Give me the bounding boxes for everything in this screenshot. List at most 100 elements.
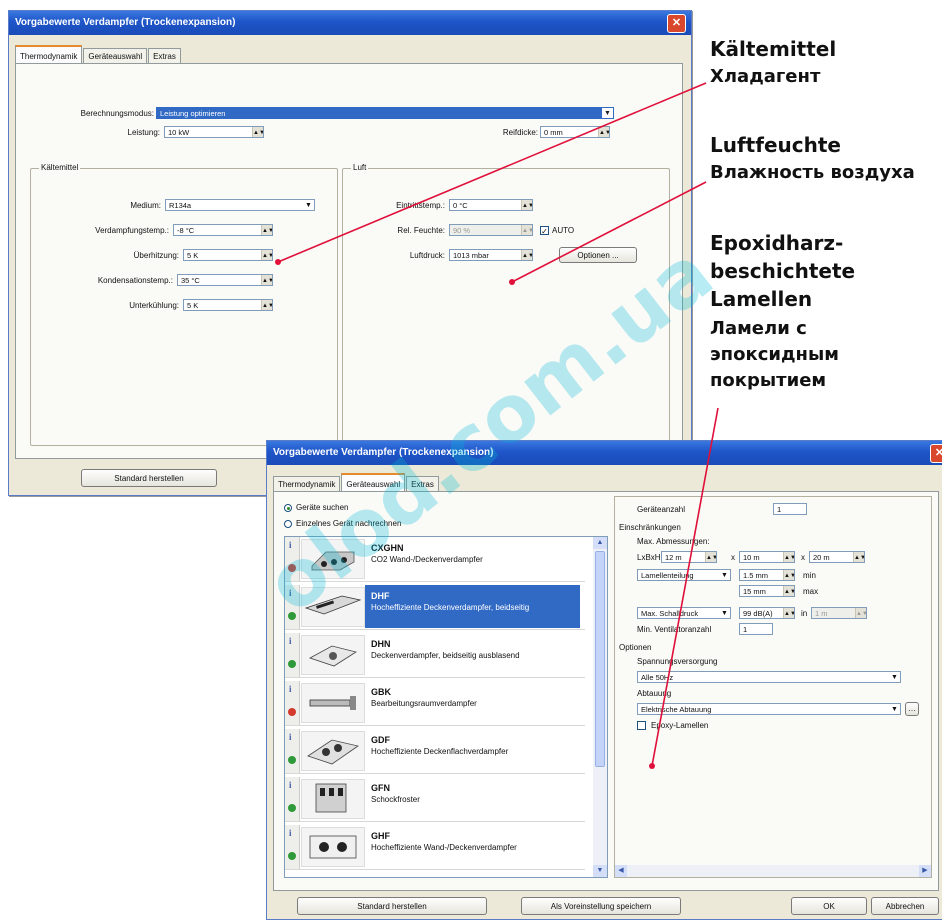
fin-select-value: Lamellenteilung (641, 571, 694, 580)
device-row[interactable]: i CXGHN CO2 Wand-/Deckenverdampfer (285, 537, 585, 582)
spinner-icon[interactable]: ▲▼ (261, 225, 272, 235)
evap-field[interactable]: -8 °C ▲▼ (173, 224, 273, 236)
device-row[interactable]: i DHN Deckenverdampfer, beidseitig ausblas… (285, 633, 585, 678)
count-field[interactable]: 1 (773, 503, 807, 515)
device-desc: Hocheffiziente Wand-/Deckenverdampfer (371, 843, 517, 852)
scroll-thumb[interactable] (595, 551, 605, 767)
sound-select-value: Max. Schalldruck (641, 609, 699, 618)
info-icon[interactable]: i (289, 540, 292, 550)
fin-max-field[interactable]: 15 mm ▲▼ (739, 585, 795, 597)
spinner-icon[interactable]: ▲▼ (853, 552, 864, 562)
standard-button[interactable]: Standard herstellen (81, 469, 217, 487)
save-default-button[interactable]: Als Voreinstellung speichern (521, 897, 681, 915)
cancel-button[interactable]: Abbrechen (871, 897, 939, 915)
close-icon[interactable]: ✕ (667, 14, 686, 33)
auto-checkbox[interactable]: ✓ (540, 226, 549, 236)
chevron-down-icon[interactable]: ▼ (303, 200, 314, 210)
info-icon[interactable]: i (289, 588, 292, 598)
height-field[interactable]: 20 m ▲▼ (809, 551, 865, 563)
device-row[interactable]: i GFN Schockfroster (285, 777, 585, 822)
spinner-icon[interactable]: ▲▼ (783, 608, 794, 618)
row-marker: i (285, 825, 300, 869)
chevron-down-icon[interactable]: ▼ (889, 672, 900, 682)
fin-select[interactable]: Lamellenteilung ▼ (637, 569, 731, 581)
device-code: DHF (371, 591, 390, 601)
spinner-icon[interactable]: ▲▼ (598, 127, 609, 137)
device-desc: Hocheffiziente Deckenverdampfer, beidsei… (371, 603, 530, 612)
spinner-icon[interactable]: ▲▼ (521, 225, 532, 235)
vertical-scrollbar[interactable]: ▲ ▼ (593, 537, 607, 877)
row-marker: i (285, 729, 300, 773)
defrost-more-button[interactable]: … (905, 702, 919, 716)
annotation-epoxy-de-1: Epoxidharz- (710, 231, 844, 255)
row-marker: i (285, 633, 300, 677)
defrost-select[interactable]: Elektrische Abtauung ▼ (637, 703, 901, 715)
search-radio[interactable] (284, 504, 292, 512)
options-button[interactable]: Optionen ... (559, 247, 637, 263)
scroll-left-icon[interactable]: ◀ (615, 865, 627, 877)
info-icon[interactable]: i (289, 828, 292, 838)
pressure-value: 1013 mbar (453, 251, 489, 260)
device-code: DHN (371, 639, 391, 649)
device-row[interactable]: i GHF Hocheffiziente Wand-/Deckenverdampfe… (285, 825, 585, 870)
medium-select[interactable]: R134a ▼ (165, 199, 315, 211)
length-field[interactable]: 12 m ▲▼ (661, 551, 717, 563)
pressure-field[interactable]: 1013 mbar ▲▼ (449, 249, 533, 261)
device-image (301, 779, 365, 819)
device-list[interactable]: i CXGHN CO2 Wand-/Deckenverdampfer i DHF Hoch… (284, 536, 608, 878)
inlet-field[interactable]: 0 °C ▲▼ (449, 199, 533, 211)
power-field[interactable]: 10 kW ▲▼ (164, 126, 264, 138)
frost-field[interactable]: 0 mm ▲▼ (540, 126, 610, 138)
tab-geraeteauswahl[interactable]: Geräteauswahl (341, 473, 406, 493)
tab-thermodynamik[interactable]: Thermodynamik (15, 45, 83, 65)
info-icon[interactable]: i (289, 684, 292, 694)
sound-select[interactable]: Max. Schalldruck ▼ (637, 607, 731, 619)
recalc-radio[interactable] (284, 520, 292, 528)
device-row[interactable]: i GBK Bearbeitungsraumverdampfer (285, 681, 585, 726)
chevron-down-icon[interactable]: ▼ (602, 108, 613, 118)
sound-field[interactable]: 99 dB(A) ▲▼ (739, 607, 795, 619)
spinner-icon[interactable]: ▲▼ (783, 570, 794, 580)
scroll-down-icon[interactable]: ▼ (593, 865, 607, 877)
chevron-down-icon[interactable]: ▼ (719, 570, 730, 580)
epoxy-checkbox[interactable] (637, 721, 646, 730)
spinner-icon[interactable]: ▲▼ (783, 552, 794, 562)
scroll-up-icon[interactable]: ▲ (593, 537, 607, 549)
device-row[interactable]: i GDF Hocheffiziente Deckenflachverdampfer (285, 729, 585, 774)
spinner-icon[interactable]: ▲▼ (705, 552, 716, 562)
spinner-icon[interactable]: ▲▼ (521, 250, 532, 260)
spinner-icon[interactable]: ▲▼ (261, 300, 272, 310)
device-text: GFN Schockfroster (365, 777, 580, 820)
fin-min-field[interactable]: 1.5 mm ▲▼ (739, 569, 795, 581)
subcool-field[interactable]: 5 K ▲▼ (183, 299, 273, 311)
info-icon[interactable]: i (289, 780, 292, 790)
spinner-icon[interactable]: ▲▼ (261, 275, 272, 285)
device-row[interactable]: i DHF Hocheffiziente Deckenverdampfer, bei… (285, 585, 585, 630)
humidity-field[interactable]: 90 % ▲▼ (449, 224, 533, 236)
info-icon[interactable]: i (289, 636, 292, 646)
width-field[interactable]: 10 m ▲▼ (739, 551, 795, 563)
spinner-icon[interactable]: ▲▼ (261, 250, 272, 260)
lxbxh-label: LxBxH (637, 553, 661, 562)
standard-button[interactable]: Standard herstellen (297, 897, 487, 915)
close-icon[interactable]: ✕ (930, 444, 942, 463)
spinner-icon[interactable]: ▲▼ (855, 608, 866, 618)
cond-field[interactable]: 35 °C ▲▼ (177, 274, 273, 286)
horizontal-scrollbar[interactable]: ◀ ▶ (615, 865, 931, 877)
ok-button[interactable]: OK (791, 897, 867, 915)
fans-field[interactable]: 1 (739, 623, 773, 635)
info-icon[interactable]: i (289, 732, 292, 742)
spinner-icon[interactable]: ▲▼ (783, 586, 794, 596)
spinner-icon[interactable]: ▲▼ (252, 127, 263, 137)
status-dot-icon (288, 660, 296, 668)
tab-bar: Thermodynamik Geräteauswahl Extras (273, 473, 440, 493)
in-field[interactable]: 1 m ▲▼ (811, 607, 867, 619)
spinner-icon[interactable]: ▲▼ (521, 200, 532, 210)
chevron-down-icon[interactable]: ▼ (889, 704, 900, 714)
chevron-down-icon[interactable]: ▼ (719, 608, 730, 618)
mode-select[interactable]: Leistung optimieren ▼ (156, 107, 614, 119)
scroll-right-icon[interactable]: ▶ (919, 865, 931, 877)
superheat-field[interactable]: 5 K ▲▼ (183, 249, 273, 261)
supply-select[interactable]: Alle 50Hz ▼ (637, 671, 901, 683)
device-text: CXGHN CO2 Wand-/Deckenverdampfer (365, 537, 580, 580)
